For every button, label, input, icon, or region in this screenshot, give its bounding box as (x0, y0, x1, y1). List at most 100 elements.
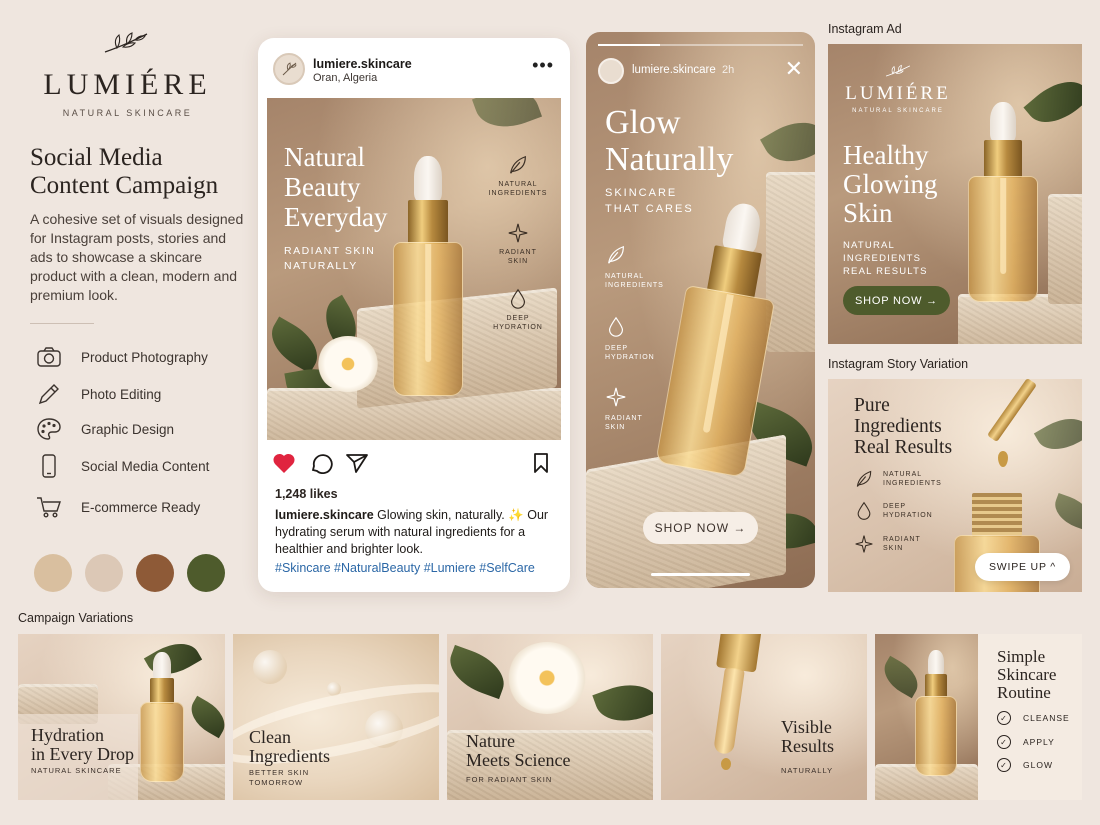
post-subheadline: RADIANT SKIN NATURALLY (284, 245, 376, 272)
serum-bottle (393, 156, 463, 396)
home-indicator (651, 573, 750, 576)
service-social-media-content: Social Media Content (36, 454, 266, 478)
post-handle[interactable]: lumiere.skincare (313, 57, 412, 71)
story-progress-bar (598, 44, 803, 46)
post-caption: lumiere.skincare Glowing skin, naturally… (275, 507, 560, 558)
likes-count[interactable]: 1,248 likes (275, 487, 338, 501)
avatar[interactable] (273, 53, 305, 85)
service-graphic-design: Graphic Design (36, 417, 266, 441)
instagram-story-card[interactable]: lumiere.skincare 2h ✕ Glow Naturally SKI… (586, 32, 815, 588)
leaf-icon (608, 245, 624, 264)
feature-natural-ingredients: NATURAL INGREDIENTS (854, 469, 964, 489)
variation-subtitle: NATURALLY (781, 766, 834, 775)
droplet-icon (857, 501, 871, 520)
variation-title: Nature Meets Science (466, 731, 571, 770)
post-image[interactable]: Natural Beauty Everyday RADIANT SKIN NAT… (267, 98, 561, 440)
feature-deep-hydration: DEEP HYDRATION (854, 501, 964, 521)
avatar[interactable] (598, 58, 624, 84)
campaign-title: Social Media Content Campaign (30, 144, 219, 199)
campaign-description: A cohesive set of visuals designed for I… (30, 211, 244, 303)
swipe-up-button[interactable]: SWIPE UP ^ (975, 553, 1070, 581)
service-label: Social Media Content (81, 458, 210, 474)
caption-handle[interactable]: lumiere.skincare (275, 508, 374, 522)
section-label-story-variation: Instagram Story Variation (828, 357, 969, 371)
flower (317, 336, 379, 392)
section-label-campaign-variations: Campaign Variations (18, 611, 134, 625)
service-label: Product Photography (81, 349, 208, 365)
comment-icon[interactable] (309, 452, 333, 474)
color-swatch-brown (136, 554, 174, 592)
story-variation-card[interactable]: Pure Ingredients Real Results NATURAL ING… (828, 379, 1082, 592)
variation-card-hydration[interactable]: Hydration in Every Drop NATURAL SKINCARE (18, 634, 225, 800)
variation-subtitle: BETTER SKIN TOMORROW (249, 768, 310, 787)
dropper (987, 379, 1037, 443)
story-headline: Glow Naturally (605, 104, 734, 178)
story-variation-headline: Pure Ingredients Real Results (854, 395, 953, 458)
heart-icon[interactable] (272, 452, 296, 474)
serum-bottle (140, 652, 184, 782)
leaf-icon (510, 155, 526, 174)
more-options-icon[interactable]: ••• (532, 56, 554, 74)
shopping-cart-icon (37, 497, 61, 518)
color-swatch-sand (34, 554, 72, 592)
drop (721, 758, 731, 770)
dropper (715, 634, 763, 673)
bookmark-icon[interactable] (530, 452, 552, 474)
palette-icon (37, 418, 61, 440)
droplet-icon (608, 316, 624, 337)
post-hashtags[interactable]: #Skincare #NaturalBeauty #Lumiere #SelfC… (275, 561, 535, 575)
service-label: E-commerce Ready (81, 499, 201, 515)
section-label-instagram-ad: Instagram Ad (828, 22, 902, 36)
variation-card-nature[interactable]: Nature Meets Science FOR RADIANT SKIN (447, 634, 653, 800)
feature-radiant-skin: RADIANT SKIN (854, 534, 964, 554)
variation-subtitle: FOR RADIANT SKIN (466, 775, 553, 784)
variation-card-clean[interactable]: Clean Ingredients BETTER SKIN TOMORROW (233, 634, 439, 800)
shop-now-button[interactable]: SHOP NOW → (843, 286, 950, 315)
checklist-item: ✓ CLEANSE (997, 711, 1070, 725)
post-location[interactable]: Oran, Algeria (313, 72, 377, 84)
share-icon[interactable] (345, 452, 369, 474)
feature-deep-hydration: DEEP HYDRATION (605, 316, 685, 362)
smartphone-icon (42, 454, 56, 478)
variation-card-results[interactable]: Visible Results NATURALLY (661, 634, 867, 800)
feature-deep-hydration: DEEP HYDRATION (483, 288, 553, 332)
sparkle-icon (855, 535, 873, 553)
post-actions (272, 452, 556, 476)
color-swatch-beige (85, 554, 123, 592)
close-icon[interactable]: ✕ (785, 58, 803, 80)
flower (507, 642, 587, 714)
sparkle-icon (508, 223, 528, 243)
feature-radiant-skin: RADIANT SKIN (605, 386, 685, 432)
feature-radiant-skin: RADIANT SKIN (483, 222, 553, 266)
shop-now-button[interactable]: SHOP NOW → (643, 512, 758, 544)
ad-headline: Healthy Glowing Skin (843, 140, 938, 228)
post-headline: Natural Beauty Everyday (284, 142, 388, 232)
ad-subheadline: NATURAL INGREDIENTS REAL RESULTS (843, 240, 928, 277)
variation-subtitle: NATURAL SKINCARE (31, 766, 122, 775)
color-swatch-olive (187, 554, 225, 592)
serum-bottle (915, 650, 957, 776)
serum-bottle (968, 102, 1038, 302)
checklist-item: ✓ GLOW (997, 758, 1053, 772)
variation-title: Visible Results (781, 717, 835, 756)
leaf-icon (856, 470, 872, 487)
story-handle[interactable]: lumiere.skincare (632, 64, 716, 76)
service-product-photography: Product Photography (36, 345, 266, 369)
feature-natural-ingredients: NATURAL INGREDIENTS (605, 244, 685, 290)
service-label: Graphic Design (81, 421, 175, 437)
ad-logo: LUMIÉRE NATURAL SKINCARE (828, 64, 968, 114)
service-ecommerce-ready: E-commerce Ready (36, 495, 266, 519)
leaf-branch-icon (104, 32, 148, 53)
variation-card-routine[interactable]: Simple Skincare Routine ✓ CLEANSE ✓ APPLY ✓ G… (875, 634, 1082, 800)
sparkle-icon (606, 387, 626, 407)
divider (30, 323, 94, 324)
service-photo-editing: Photo Editing (36, 382, 266, 406)
brand-name: LUMIÉRE (43, 68, 212, 101)
check-circle-icon: ✓ (997, 735, 1011, 749)
check-circle-icon: ✓ (997, 711, 1011, 725)
variation-title: Hydration in Every Drop (31, 725, 134, 764)
story-subheadline: SKINCARE THAT CARES (605, 187, 694, 215)
checklist-item: ✓ APPLY (997, 735, 1055, 749)
camera-icon (37, 347, 61, 367)
instagram-ad-card[interactable]: LUMIÉRE NATURAL SKINCARE Healthy Glowing… (828, 44, 1082, 344)
